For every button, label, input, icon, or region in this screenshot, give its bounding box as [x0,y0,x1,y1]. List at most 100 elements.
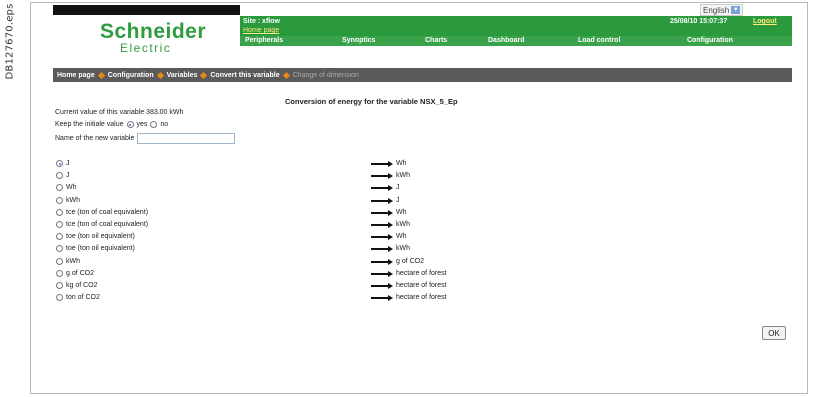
arrow-right-icon [371,282,393,289]
conversion-from-label: toe (ton oil equivalent) [66,233,135,240]
schneider-logo: Schneider Electric [100,21,206,55]
conversion-from-label: g of CO2 [66,270,95,277]
breadcrumb-configuration[interactable]: Configuration [108,72,154,79]
conversion-radio[interactable] [56,221,63,228]
conversion-from-label: kWh [66,197,80,204]
conversion-option[interactable]: J [56,172,70,179]
keep-yes-label: yes [136,121,148,128]
conversion-option[interactable]: toe (ton oil equivalent) [56,245,135,252]
conversion-to-label: g of CO2 [396,258,425,265]
top-black-bar [53,5,240,15]
conversion-to-label: hectare of forest [396,294,447,301]
logout-link[interactable]: Logout [753,18,777,25]
conversion-radio[interactable] [56,245,63,252]
breadcrumb-separator-icon [97,71,105,79]
breadcrumb-separator-icon [200,71,208,79]
conversion-target: J [371,184,400,191]
conversion-from-label: toe (ton oil equivalent) [66,245,135,252]
conversion-target: g of CO2 [371,258,424,265]
breadcrumb: Home page Configuration Variables Conver… [53,68,792,82]
conversion-from-label: Wh [66,184,77,191]
home-page-link[interactable]: Home page [243,27,279,34]
conversion-option[interactable]: kWh [56,258,80,265]
screen-frame [30,2,808,394]
conversion-radio[interactable] [56,282,63,289]
arrow-right-icon [371,160,393,167]
conversion-radio[interactable] [56,197,63,204]
page-title: Conversion of energy for the variable NS… [285,97,458,106]
conversion-from-label: ton of CO2 [66,294,100,301]
figure-label: DB127670.eps [4,3,16,80]
tab-synoptics[interactable]: Synoptics [342,37,375,44]
conversion-radio[interactable] [56,209,63,216]
conversion-radio[interactable] [56,160,63,167]
conversion-from-label: kg of CO2 [66,282,98,289]
conversion-to-label: Wh [396,209,407,216]
breadcrumb-separator-icon [282,71,290,79]
current-value-label: Current value of this variable 383.00 kW… [55,109,184,116]
keep-no-label: no [160,121,169,128]
conversion-radio[interactable] [56,294,63,301]
conversion-option[interactable]: g of CO2 [56,270,94,277]
conversion-radio[interactable] [56,184,63,191]
conversion-option[interactable]: kWh [56,197,80,204]
conversion-option[interactable]: Wh [56,184,77,191]
arrow-right-icon [371,221,393,228]
language-select[interactable]: English ▼ [700,4,744,16]
conversion-to-label: hectare of forest [396,282,447,289]
conversion-target: J [371,197,400,204]
arrow-right-icon [371,270,393,277]
ok-button[interactable]: OK [762,326,786,340]
conversion-target: kWh [371,172,410,179]
conversion-target: hectare of forest [371,270,447,277]
breadcrumb-home[interactable]: Home page [57,72,95,79]
conversion-from-label: J [66,172,70,179]
keep-no-radio[interactable] [150,121,158,128]
language-value: English [703,5,730,15]
conversion-option[interactable]: tce (ton of coal equivalent) [56,221,148,228]
tab-charts[interactable]: Charts [425,37,447,44]
conversion-option[interactable]: ton of CO2 [56,294,100,301]
tab-peripherals[interactable]: Peripherals [245,37,283,44]
tab-dashboard[interactable]: Dashboard [488,37,525,44]
conversion-target: Wh [371,233,407,240]
arrow-right-icon [371,184,393,191]
conversion-target: kWh [371,245,410,252]
conversion-to-label: hectare of forest [396,270,447,277]
conversion-radio[interactable] [56,233,63,240]
conversion-from-label: J [66,160,70,167]
date-time: 25/08/10 15:07:37 [670,18,728,25]
conversion-radio[interactable] [56,258,63,265]
tab-load-control[interactable]: Load control [578,37,620,44]
current-value-text: Current value of this variable 383.00 kW… [55,109,183,116]
conversion-target: Wh [371,209,407,216]
conversion-option[interactable]: J [56,160,70,167]
conversion-to-label: J [396,184,400,191]
conversion-to-label: kWh [396,245,410,252]
conversion-radio[interactable] [56,270,63,277]
arrow-right-icon [371,258,393,265]
chevron-down-icon[interactable]: ▼ [731,6,741,14]
new-name-row: Name of the new variable [55,133,236,144]
arrow-right-icon [371,233,393,240]
keep-label: Keep the initiale value [55,121,124,128]
conversion-to-label: kWh [396,221,410,228]
arrow-right-icon [371,197,393,204]
conversion-option[interactable]: tce (ton of coal equivalent) [56,209,148,216]
conversion-target: hectare of forest [371,294,447,301]
arrow-right-icon [371,209,393,216]
conversion-option[interactable]: kg of CO2 [56,282,98,289]
logo-sub: Electric [120,41,172,55]
arrow-right-icon [371,294,393,301]
new-variable-name-input[interactable] [137,133,236,144]
conversion-radio[interactable] [56,172,63,179]
keep-yes-radio[interactable] [126,121,134,128]
conversion-to-label: J [396,197,400,204]
conversion-target: Wh [371,160,407,167]
breadcrumb-convert[interactable]: Convert this variable [210,72,279,79]
conversion-option[interactable]: toe (ton oil equivalent) [56,233,135,240]
breadcrumb-variables[interactable]: Variables [167,72,198,79]
arrow-right-icon [371,172,393,179]
tab-configuration[interactable]: Configuration [687,37,733,44]
conversion-from-label: tce (ton of coal equivalent) [66,209,149,216]
